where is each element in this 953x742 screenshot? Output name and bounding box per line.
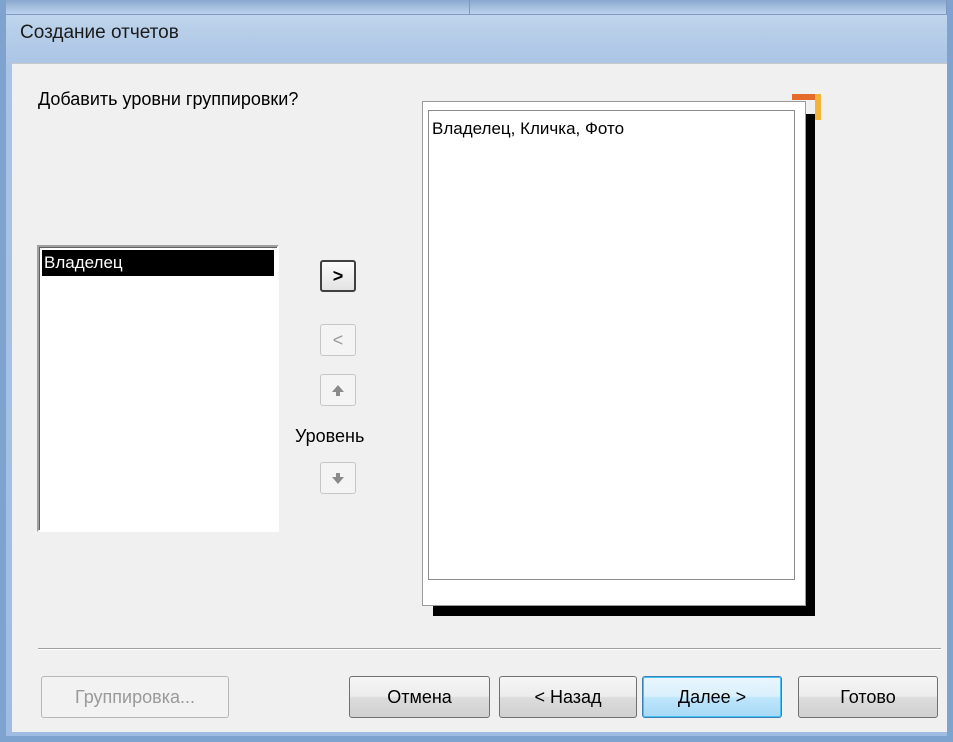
remove-grouping-button[interactable]: < — [320, 324, 356, 356]
level-up-button[interactable] — [320, 374, 356, 406]
strip-separator — [946, 0, 947, 14]
grouping-options-button[interactable]: Группировка... — [41, 676, 229, 718]
report-wizard-window: Создание отчетов Добавить уровни группир… — [0, 0, 953, 742]
footer-divider — [38, 648, 941, 650]
background-window-strip — [6, 0, 947, 15]
strip-separator — [469, 0, 470, 14]
window-title: Создание отчетов — [20, 22, 179, 43]
next-button[interactable]: Далее > — [642, 676, 782, 718]
level-down-button[interactable] — [320, 462, 356, 494]
grouping-question: Добавить уровни группировки? — [38, 89, 299, 109]
arrow-up-icon — [332, 385, 344, 396]
level-label: Уровень — [295, 426, 365, 446]
add-grouping-button[interactable]: > — [320, 260, 356, 292]
field-item-owner[interactable]: Владелец — [42, 250, 274, 276]
cancel-button[interactable]: Отмена — [349, 676, 490, 718]
dialog-client-area: Добавить уровни группировки? Владелец > … — [12, 63, 947, 732]
finish-button[interactable]: Готово — [798, 676, 938, 718]
available-fields-list[interactable]: Владелец — [37, 245, 279, 532]
grouping-preview: Владелец, Кличка, Фото — [422, 101, 806, 606]
preview-group-box: Владелец, Кличка, Фото — [428, 110, 795, 580]
arrow-down-icon — [332, 473, 344, 484]
back-button[interactable]: < Назад — [499, 676, 637, 718]
preview-fields-text: Владелец, Кличка, Фото — [432, 119, 625, 138]
